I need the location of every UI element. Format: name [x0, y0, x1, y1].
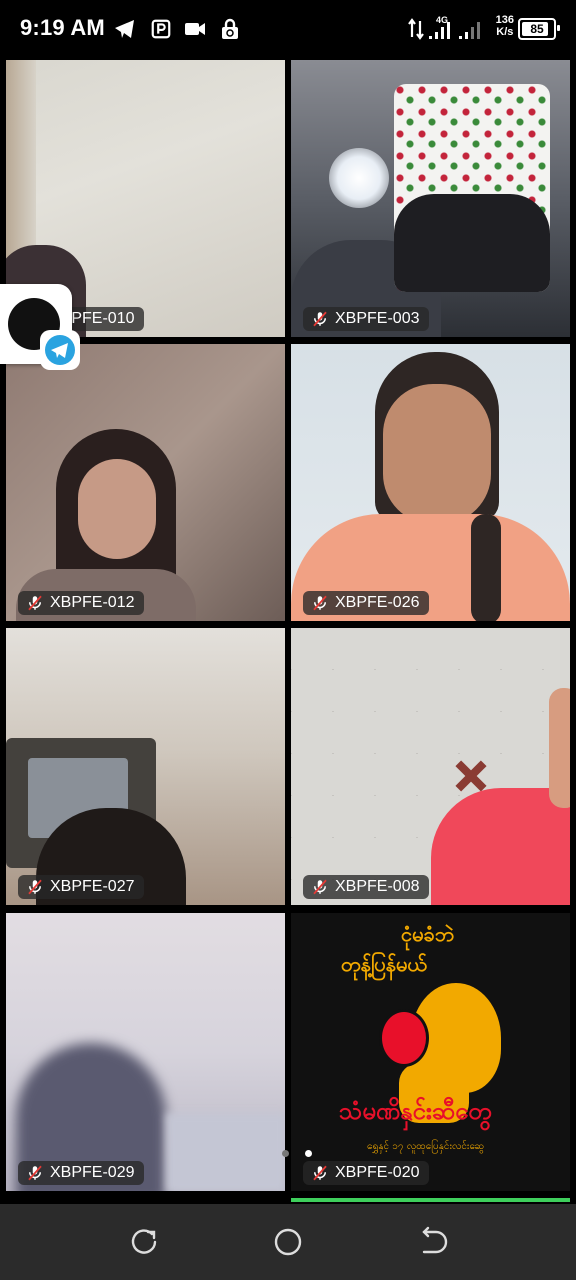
poster-line-3: သံမဏိနှင်းဆီတွေ — [339, 1097, 492, 1125]
participant-name: XBPFE-027 — [50, 878, 135, 895]
mic-off-icon — [28, 595, 42, 611]
telegram-icon — [115, 20, 134, 38]
mic-off-icon — [313, 1165, 327, 1181]
page-indicator — [282, 1150, 312, 1157]
battery-level: 85 — [530, 22, 544, 36]
home-icon[interactable] — [268, 1222, 308, 1262]
mic-off-icon — [313, 311, 327, 327]
network-speed: 136 K/s — [496, 14, 514, 38]
telegram-icon[interactable] — [40, 330, 80, 370]
mic-off-icon — [313, 595, 327, 611]
speed-value: 136 — [495, 14, 514, 26]
participant-name: XBPFE-012 — [50, 594, 135, 611]
participant-tile[interactable]: XBPFE-008 — [291, 628, 570, 905]
video-camera-icon — [185, 23, 205, 35]
participant-tile[interactable]: XBPFE-012 — [6, 344, 285, 621]
participant-name: XBPFE-026 — [335, 594, 420, 611]
self-view-pip[interactable] — [394, 84, 550, 292]
participant-label: XBPFE-029 — [18, 1161, 145, 1185]
participant-name: XBPFE-003 — [335, 310, 420, 327]
participant-name: XBPFE-020 — [335, 1164, 420, 1181]
lock-rotation-icon — [222, 18, 238, 39]
rose-icon — [379, 1009, 429, 1067]
participant-tile[interactable]: XBPFE-026 — [291, 344, 570, 621]
page-dot-active[interactable] — [305, 1150, 312, 1157]
page-dot[interactable] — [282, 1150, 289, 1157]
mic-off-icon — [313, 879, 327, 895]
participant-label: XBPFE-012 — [18, 591, 145, 615]
data-arrows-icon — [408, 18, 424, 40]
participant-label: XBPFE-027 — [18, 875, 145, 899]
participant-label: XBPFE-026 — [303, 591, 430, 615]
poster-line-2: တုန့်ပြန်မယ် — [341, 952, 427, 976]
active-speaker-bar — [291, 1198, 570, 1202]
system-nav-bar — [0, 1204, 576, 1280]
participant-name: XBPFE-029 — [50, 1164, 135, 1181]
poster-line-4: ရွှေနှင့် ၁၇ လူထုပြေနှင်းလင်းဆွေ — [367, 1141, 485, 1152]
battery-icon: 85 — [518, 18, 560, 40]
mic-off-icon — [28, 879, 42, 895]
signal-icon-2 — [459, 22, 480, 39]
participant-name: XBPFE-008 — [335, 878, 420, 895]
participant-label: XBPFE-003 — [303, 307, 430, 331]
parking-icon — [151, 19, 171, 39]
speed-unit: K/s — [496, 26, 514, 38]
back-icon[interactable] — [412, 1222, 452, 1262]
participant-tile[interactable]: XBPFE-029 — [6, 913, 285, 1191]
network-type: 4G — [435, 15, 448, 25]
participant-tile[interactable]: XBPFE-027 — [6, 628, 285, 905]
mic-off-icon — [28, 1165, 42, 1181]
status-time: 9:19 AM — [20, 15, 105, 40]
participant-tile[interactable]: ငုံမခံဘဲ တုန့်ပြန်မယ် သံမဏိနှင်းဆီတွေ ရွ… — [291, 913, 570, 1191]
participant-label: XBPFE-008 — [303, 875, 430, 899]
status-bar: 9:19 AM 4G 136 K/s 85 — [0, 0, 576, 58]
participant-label: XBPFE-020 — [303, 1161, 430, 1185]
poster-line-1: ငုံမခံဘဲ — [401, 922, 455, 946]
recent-apps-icon[interactable] — [124, 1222, 164, 1262]
